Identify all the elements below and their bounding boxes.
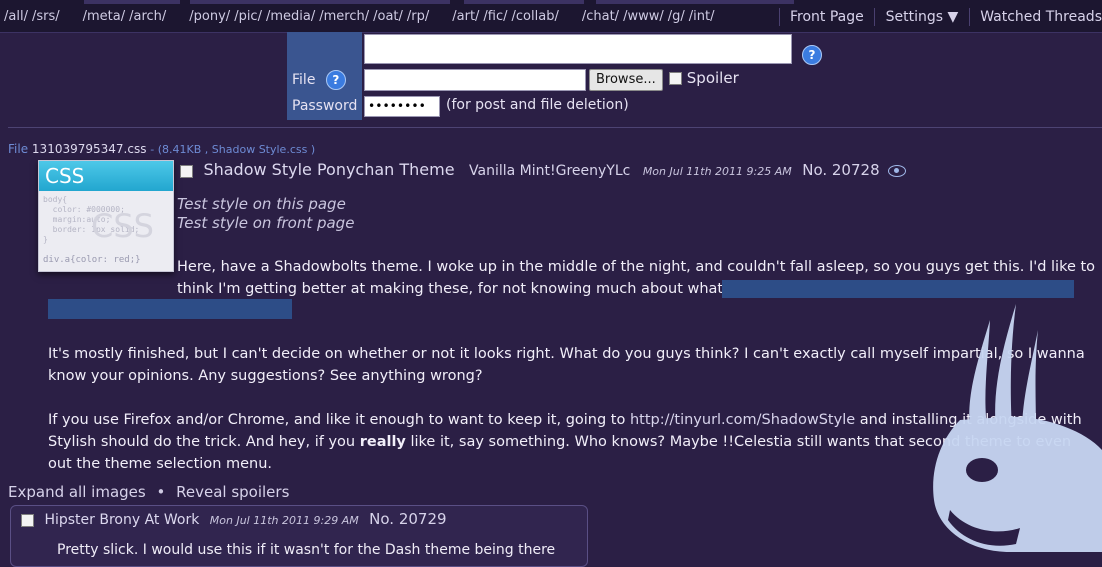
post-number-link[interactable]: No. 20728 (802, 161, 879, 179)
comment-textarea[interactable] (364, 34, 792, 64)
thumbnail-title: CSS (45, 164, 85, 188)
board-link[interactable]: /meta/ (83, 9, 126, 24)
reply-date: Mon Jul 11th 2011 9:29 AM (209, 514, 359, 527)
file-thumbnail[interactable]: CSS body{ color: #000000; margin:auto; b… (38, 160, 174, 272)
board-link[interactable]: /oat/ (373, 9, 403, 24)
post-header: Shadow Style Ponychan Theme Vanilla Mint… (180, 160, 907, 179)
nav-tab-highlight (190, 0, 450, 4)
nav-tab-highlight (464, 0, 584, 4)
file-label: File ? (287, 69, 362, 91)
thumbnail-watermark: CSS (91, 207, 154, 245)
board-link[interactable]: /chat/ (582, 9, 619, 24)
board-link[interactable]: /media/ (266, 9, 315, 24)
settings-menu[interactable]: Settings ▼ (886, 9, 959, 25)
watched-threads-link[interactable]: Watched Threads (980, 9, 1102, 25)
spoiler-checkbox[interactable] (669, 72, 682, 85)
nav-separator (874, 8, 876, 26)
shadowstyle-link[interactable]: http://tinyurl.com/ShadowStyle (630, 412, 855, 428)
post-checkbox[interactable] (180, 164, 193, 178)
board-link[interactable]: /rp/ (407, 9, 429, 24)
nav-right: Front Page Settings ▼ Watched Threads (773, 8, 1102, 26)
post-bold-text: really (359, 434, 406, 450)
reply-post: Hipster Brony At Work Mon Jul 11th 2011 … (10, 505, 588, 567)
password-note: (for post and file deletion) (446, 97, 629, 113)
board-link[interactable]: /pony/ (189, 9, 230, 24)
board-link[interactable]: /pic/ (234, 9, 262, 24)
image-controls: Expand all images • Reveal spoilers (8, 483, 289, 501)
file-label-text: File (292, 72, 316, 88)
board-link[interactable]: /arch/ (129, 9, 166, 24)
file-info: File 131039795347.css - (8.41KB , Shadow… (8, 142, 315, 156)
nav-tab-highlight (596, 0, 794, 4)
board-list: /all/ /srs/ /meta//arch/ /pony/ /pic/ /media/… (4, 9, 737, 24)
board-link[interactable]: /collab/ (512, 9, 559, 24)
help-icon[interactable]: ? (325, 70, 346, 90)
board-group: /pony/ /pic/ /media/ /merch/ /oat/ /rp/ (189, 9, 433, 24)
post-subject: Shadow Style Ponychan Theme (203, 160, 455, 179)
test-style-this-page-link[interactable]: Test style on this page (177, 195, 346, 213)
reply-header: Hipster Brony At Work Mon Jul 11th 2011 … (21, 510, 447, 528)
file-path-field[interactable] (364, 69, 586, 91)
file-meta: - (8.41KB , Shadow Style.css ) (150, 143, 316, 156)
nav-separator (968, 8, 970, 26)
reply-number-link[interactable]: No. 20729 (369, 510, 446, 528)
board-group: /chat/ /www/ /g/ /int/ (582, 9, 719, 24)
separator-dot: • (156, 483, 166, 501)
board-group: /meta//arch/ (83, 9, 171, 24)
reply-checkbox[interactable] (21, 513, 34, 527)
file-prefix[interactable]: File (8, 142, 28, 156)
help-icon[interactable]: ? (802, 45, 822, 65)
post-text: If you use Firefox and/or Chrome, and li… (48, 412, 630, 428)
board-link[interactable]: /fic/ (483, 9, 507, 24)
nav-separator (778, 8, 780, 26)
board-link[interactable]: /www/ (623, 9, 664, 24)
spoiler-option: Spoiler (669, 69, 739, 87)
post-date: Mon Jul 11th 2011 9:25 AM (642, 165, 792, 178)
board-link[interactable]: /art/ (452, 9, 479, 24)
board-link[interactable]: /srs/ (32, 9, 60, 24)
expand-all-images-link[interactable]: Expand all images (8, 483, 146, 501)
thumbnail-footer: div.a{color: red;} (43, 255, 141, 265)
board-group: /art/ /fic/ /collab/ (452, 9, 563, 24)
mascot-emblem (933, 304, 1102, 552)
password-input[interactable]: •••••••• (364, 96, 440, 117)
spoiler-label: Spoiler (686, 69, 739, 87)
reply-text: Pretty slick. I would use this if it was… (57, 542, 556, 558)
reveal-spoilers-link[interactable]: Reveal spoilers (176, 483, 289, 501)
reply-author: Hipster Brony At Work (44, 512, 200, 528)
post-author: Vanilla Mint!GreenyYLc (469, 163, 631, 179)
board-link[interactable]: /all/ (4, 9, 28, 24)
file-name-link[interactable]: 131039795347.css (32, 142, 147, 156)
board-link[interactable]: /int/ (689, 9, 715, 24)
spoiler-text[interactable] (48, 299, 292, 319)
top-navigation: /all/ /srs/ /meta//arch/ /pony/ /pic/ /media/… (0, 0, 1102, 33)
board-group: /all/ /srs/ (4, 9, 64, 24)
password-label: Password (292, 98, 358, 114)
front-page-link[interactable]: Front Page (790, 9, 864, 25)
nav-tab-highlight (84, 0, 180, 4)
eye-icon[interactable] (888, 165, 907, 177)
board-link[interactable]: /merch/ (319, 9, 369, 24)
board-link[interactable]: /g/ (668, 9, 685, 24)
browse-button[interactable]: Browse... (589, 69, 663, 91)
divider (8, 127, 1102, 128)
spoiler-text[interactable] (722, 280, 1074, 298)
test-style-front-page-link[interactable]: Test style on front page (177, 214, 354, 232)
